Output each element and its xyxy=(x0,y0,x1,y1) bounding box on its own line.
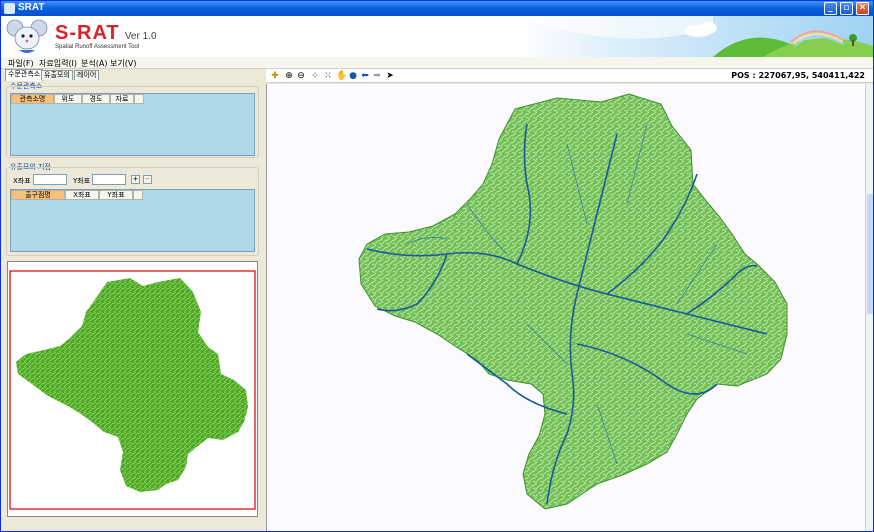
overview-basin-shape xyxy=(16,278,248,492)
main-map-view[interactable] xyxy=(266,84,865,531)
app-window: SRAT _ ▫ ✕ S-RAT Ver 1.0 Spatial Runoff … xyxy=(0,0,874,532)
menu-analysis[interactable]: 분석(A) xyxy=(81,58,107,69)
title-bar: SRAT _ ▫ ✕ xyxy=(1,1,873,16)
forward-icon[interactable]: ➡ xyxy=(372,71,382,81)
app-banner: S-RAT Ver 1.0 Spatial Runoff Assessment … xyxy=(1,16,873,57)
window-title: SRAT xyxy=(18,2,45,13)
zoom-in-icon[interactable]: ⊕ xyxy=(284,71,294,81)
main-basin-shape xyxy=(358,93,788,510)
map-toolbar: ✚ ⊕ ⊖ ⁘ ⁙ ✋ ● ⬅ ➡ ➤ POS : 227067,95, 540… xyxy=(266,69,873,83)
logo-version: Ver 1.0 xyxy=(124,31,157,42)
outlet-col-name[interactable]: 출구점명 xyxy=(11,190,65,200)
station-col-name[interactable]: 관측소명 xyxy=(11,94,54,104)
fixed-zoom-in-icon[interactable]: ⁘ xyxy=(310,71,320,81)
tab-layers[interactable]: 레이어 xyxy=(74,70,100,80)
station-col-blank xyxy=(134,94,144,104)
menu-bar: 파일(F) 자료입력(I) 분석(A) 보기(V) xyxy=(1,57,873,69)
outlet-col-x[interactable]: X좌표 xyxy=(65,190,99,200)
back-icon[interactable]: ⬅ xyxy=(360,71,370,81)
menu-file[interactable]: 파일(F) xyxy=(8,58,34,69)
y-coord-input[interactable] xyxy=(92,174,126,185)
main-basin-map xyxy=(358,93,788,510)
mascot-logo-icon xyxy=(6,19,48,53)
maximize-button[interactable]: ▫ xyxy=(840,2,853,15)
logo-subtitle: Spatial Runoff Assessment Tool xyxy=(55,44,140,50)
minimize-button[interactable]: _ xyxy=(824,2,837,15)
overview-basin-map xyxy=(9,270,256,510)
app-icon xyxy=(4,3,15,14)
menu-data-input[interactable]: 자료입력(I) xyxy=(39,58,77,69)
left-panel: 수문관측소 유출모의 레이어 수문관측소 관측소명 위도 경도 자료 유출모의 … xyxy=(1,69,263,531)
scrollbar-thumb[interactable] xyxy=(867,194,873,314)
map-pane: ✚ ⊕ ⊖ ⁘ ⁙ ✋ ● ⬅ ➡ ➤ POS : 227067,95, 540… xyxy=(266,69,873,531)
y-coord-label: Y좌표 xyxy=(73,177,91,185)
full-extent-icon[interactable]: ● xyxy=(348,71,358,81)
banner-landscape-icon xyxy=(513,16,873,57)
pan-icon[interactable]: ✋ xyxy=(336,71,347,81)
add-point-button[interactable]: + xyxy=(131,175,140,184)
zoom-out-icon[interactable]: ⊖ xyxy=(296,71,306,81)
map-vertical-scrollbar[interactable] xyxy=(865,84,873,531)
close-button[interactable]: ✕ xyxy=(856,2,869,15)
logo-title: S-RAT xyxy=(55,22,120,44)
fixed-zoom-out-icon[interactable]: ⁙ xyxy=(323,71,333,81)
outlet-grid[interactable]: 출구점명 X좌표 Y좌표 xyxy=(10,189,255,252)
station-grid[interactable]: 관측소명 위도 경도 자료 xyxy=(10,93,255,156)
position-readout: POS : 227067,95, 540411,422 xyxy=(731,71,865,80)
tab-stations[interactable]: 수문관측소 xyxy=(5,69,44,81)
tab-simulation[interactable]: 유출모의 xyxy=(41,70,73,80)
station-col-lat[interactable]: 위도 xyxy=(54,94,82,104)
station-col-lon[interactable]: 경도 xyxy=(82,94,110,104)
select-icon[interactable]: ➤ xyxy=(385,71,395,81)
remove-point-button[interactable]: − xyxy=(143,175,152,184)
outlet-col-blank xyxy=(133,190,143,200)
x-coord-label: X좌표 xyxy=(13,177,31,185)
outlet-col-y[interactable]: Y좌표 xyxy=(99,190,133,200)
station-col-data[interactable]: 자료 xyxy=(110,94,134,104)
add-layer-icon[interactable]: ✚ xyxy=(270,71,280,81)
menu-view[interactable]: 보기(V) xyxy=(110,58,136,69)
overview-map[interactable] xyxy=(7,261,258,517)
x-coord-input[interactable] xyxy=(33,174,67,185)
